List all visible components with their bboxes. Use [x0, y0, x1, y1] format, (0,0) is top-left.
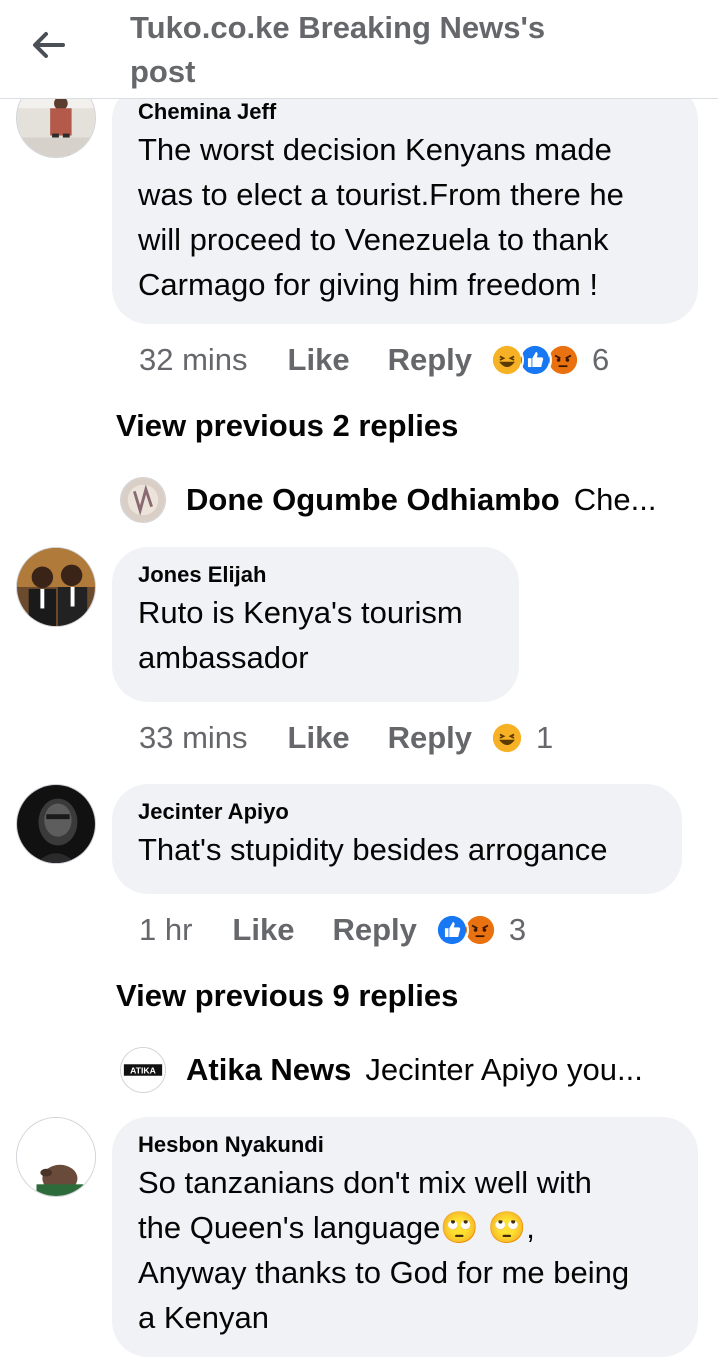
comment-meta: 1 hr Like Reply 3 — [139, 908, 526, 952]
comment-text: So tanzanians don't mix well with the Qu… — [138, 1160, 672, 1340]
top-app-bar: Tuko.co.ke Breaking News's post — [0, 0, 718, 99]
view-previous-replies-link[interactable]: View previous 9 replies — [116, 978, 458, 1014]
timestamp[interactable]: 1 hr — [139, 912, 192, 948]
reply-button[interactable]: Reply — [388, 720, 472, 756]
avatar[interactable] — [16, 547, 96, 627]
reaction-count[interactable]: 3 — [509, 912, 526, 948]
reply-author: Done Ogumbe Odhiambo — [186, 482, 560, 517]
haha-reaction-icon — [490, 721, 524, 755]
reactions[interactable] — [490, 721, 524, 755]
page-title-line: post — [130, 54, 196, 89]
page-title: Tuko.co.ke Breaking News's post — [130, 6, 650, 94]
comment-bubble[interactable]: Jecinter Apiyo That's stupidity besides … — [112, 784, 682, 894]
timestamp[interactable]: 32 mins — [139, 342, 248, 378]
comment-author[interactable]: Jecinter Apiyo — [138, 798, 656, 826]
like-button[interactable]: Like — [288, 720, 350, 756]
comment-meta: 33 mins Like Reply 1 — [139, 716, 553, 760]
svg-text:ATIKA: ATIKA — [130, 1065, 156, 1075]
avatar[interactable] — [16, 784, 96, 864]
reactions[interactable] — [434, 913, 497, 947]
comment-bubble[interactable]: Hesbon Nyakundi So tanzanians don't mix … — [112, 1117, 698, 1357]
comment-line: That's stupidity besides arrogance — [138, 832, 608, 867]
reply-snippet: Che... — [573, 482, 657, 517]
comment-meta: 32 mins Like Reply 6 — [139, 338, 609, 382]
like-button[interactable]: Like — [288, 342, 350, 378]
reaction-count[interactable]: 1 — [536, 720, 553, 756]
reply-author: Atika News — [186, 1052, 352, 1087]
reply-button[interactable]: Reply — [388, 342, 472, 378]
comment-bubble[interactable]: Chemina Jeff The worst decision Kenyans … — [112, 84, 698, 324]
comment-line: will proceed to Venezuela to thank — [138, 222, 609, 257]
comments-list: Chemina Jeff The worst decision Kenyans … — [0, 0, 718, 1357]
comment-text: That's stupidity besides arrogance — [138, 827, 656, 872]
comment-line: So tanzanians don't mix well with — [138, 1165, 592, 1200]
reply-button[interactable]: Reply — [332, 912, 416, 948]
reactions[interactable] — [490, 343, 580, 377]
back-arrow-icon — [33, 32, 65, 58]
reply-snippet: Jecinter Apiyo you... — [365, 1052, 643, 1087]
comment-author[interactable]: Hesbon Nyakundi — [138, 1131, 672, 1159]
reply-preview[interactable]: Done Ogumbe Odhiambo Che... — [120, 476, 656, 524]
comment-text: The worst decision Kenyans made was to e… — [138, 127, 672, 307]
like-reaction-icon — [434, 913, 469, 947]
comment-line: Carmago for giving him freedom ! — [138, 267, 599, 302]
page-title-line: Tuko.co.ke Breaking News's — [130, 10, 546, 45]
comment-line: was to elect a tourist.From there he — [138, 177, 624, 212]
avatar — [120, 477, 166, 523]
comment-line: a Kenyan — [138, 1300, 269, 1335]
comment-line: The worst decision Kenyans made — [138, 132, 612, 167]
comment-text: Ruto is Kenya's tourism ambassador — [138, 590, 493, 680]
timestamp[interactable]: 33 mins — [139, 720, 248, 756]
reaction-count[interactable]: 6 — [592, 342, 609, 378]
like-button[interactable]: Like — [232, 912, 294, 948]
back-button[interactable] — [18, 20, 78, 70]
reply-preview[interactable]: ATIKA Atika News Jecinter Apiyo you... — [120, 1046, 643, 1094]
comment-line: Ruto is Kenya's tourism — [138, 595, 463, 630]
comment-line: Anyway thanks to God for me being — [138, 1255, 630, 1290]
atika-logo: ATIKA — [120, 1047, 166, 1093]
comment-author[interactable]: Jones Elijah — [138, 561, 493, 589]
view-previous-replies-link[interactable]: View previous 2 replies — [116, 408, 458, 444]
haha-reaction-icon — [490, 343, 524, 377]
comment-author[interactable]: Chemina Jeff — [138, 98, 672, 126]
comment-line: ambassador — [138, 640, 309, 675]
avatar[interactable] — [16, 1117, 96, 1197]
comment-bubble[interactable]: Jones Elijah Ruto is Kenya's tourism amb… — [112, 547, 519, 702]
comment-line: the Queen's language🙄 🙄, — [138, 1210, 535, 1245]
